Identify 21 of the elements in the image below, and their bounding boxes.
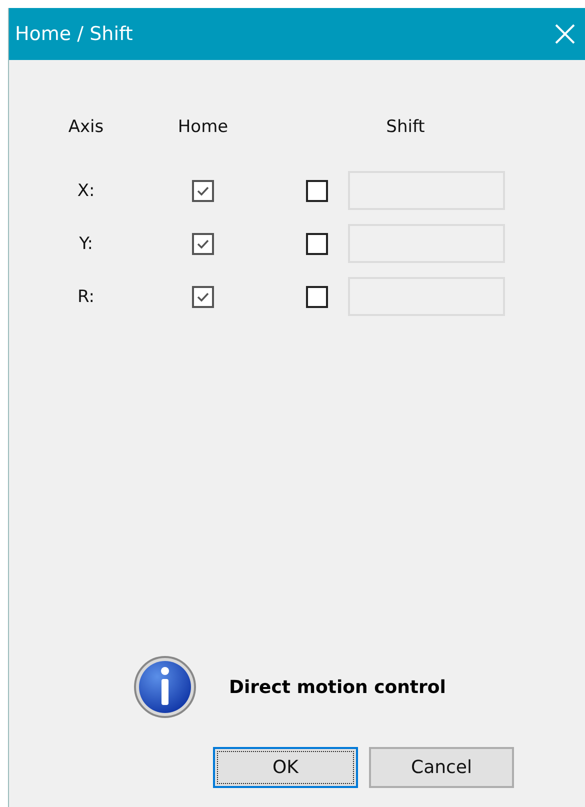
axis-label: Y: [79, 234, 93, 254]
checkmark-icon [197, 292, 209, 302]
checkbox[interactable] [306, 286, 328, 308]
checkmark-icon [197, 186, 209, 196]
checkbox[interactable] [192, 180, 214, 202]
message-text: Direct motion control [229, 676, 446, 698]
checkbox[interactable] [192, 286, 214, 308]
info-icon [133, 655, 197, 719]
checkmark-icon [197, 238, 209, 248]
window-title: Home / Shift [15, 23, 133, 45]
cancel-button[interactable]: Cancel [369, 747, 514, 788]
column-header: Axis [68, 117, 104, 137]
ok-button[interactable]: OK [213, 747, 358, 788]
checkbox[interactable] [306, 232, 328, 254]
close-icon[interactable] [555, 24, 575, 44]
column-header: Shift [386, 117, 425, 137]
column-header: Home [178, 117, 228, 137]
checkbox[interactable] [192, 232, 214, 254]
checkbox[interactable] [306, 180, 328, 202]
axis-label: X: [77, 180, 95, 200]
axis-label: R: [77, 286, 95, 306]
